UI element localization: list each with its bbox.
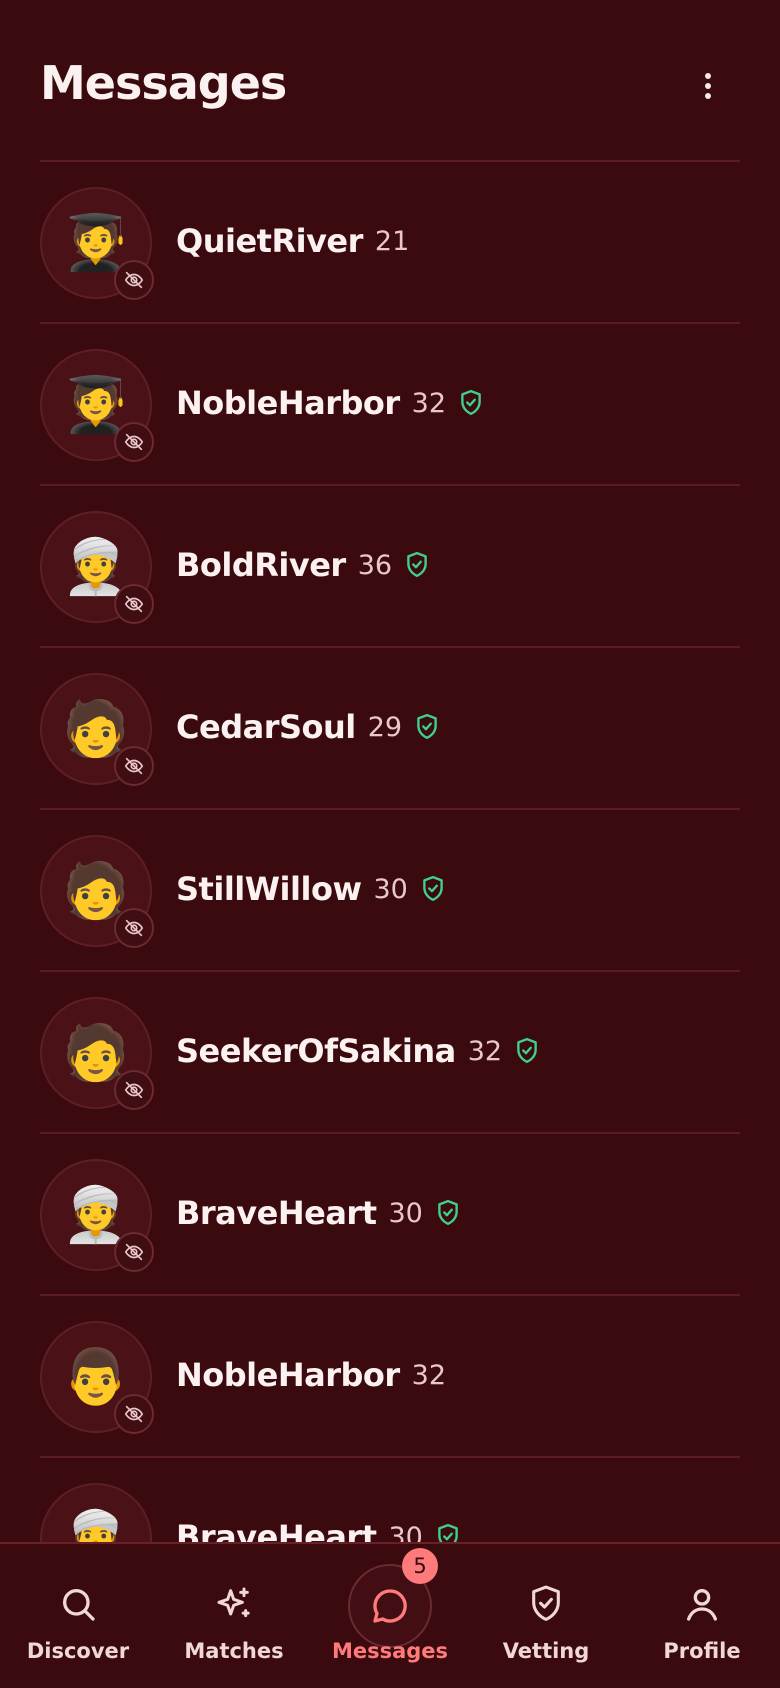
- conversation-row[interactable]: 🧑‍🎓 NobleHarbor 32: [40, 324, 740, 486]
- user-name: StillWillow: [176, 870, 362, 908]
- conversation-row[interactable]: 🧑 StillWillow 30: [40, 810, 740, 972]
- eye-off-icon: [114, 746, 154, 786]
- user-name: CedarSoul: [176, 708, 356, 746]
- nav-label: Messages: [331, 1639, 449, 1663]
- user-name: BoldRiver: [176, 546, 346, 584]
- conversation-info: QuietRiver 21: [176, 222, 409, 260]
- user-age: 21: [374, 225, 410, 257]
- user-age: 30: [373, 873, 408, 905]
- eye-off-icon: [114, 1070, 154, 1110]
- conversation-row[interactable]: 👳 BoldRiver 36: [40, 486, 740, 648]
- conversation-info: NobleHarbor 32: [176, 1356, 446, 1394]
- bottom-navigation: Discover Matches 5 Messages Vetting Prof…: [0, 1542, 780, 1688]
- user-name: BraveHeart: [176, 1194, 377, 1232]
- nav-label: Profile: [663, 1639, 741, 1663]
- conversation-row[interactable]: 👨 NobleHarbor 32: [40, 1296, 740, 1458]
- search-icon: [38, 1564, 118, 1644]
- conversation-row[interactable]: 👳 BraveHeart 30: [40, 1134, 740, 1296]
- verified-shield-icon: [435, 1199, 461, 1227]
- verified-shield-icon: [420, 875, 446, 903]
- nav-messages[interactable]: 5 Messages: [312, 1544, 468, 1688]
- eye-off-icon: [114, 908, 154, 948]
- conversation-row[interactable]: 🧑 SeekerOfSakina 32: [40, 972, 740, 1134]
- eye-off-icon: [114, 584, 154, 624]
- user-age: 32: [411, 387, 447, 419]
- verified-shield-icon: [414, 713, 440, 741]
- user-age: 29: [367, 711, 403, 743]
- unread-badge: 5: [402, 1548, 438, 1584]
- nav-vetting[interactable]: Vetting: [468, 1544, 624, 1688]
- more-menu-button[interactable]: [690, 68, 726, 104]
- more-vertical-icon: [705, 73, 711, 99]
- conversation-info: SeekerOfSakina 32: [176, 1032, 540, 1070]
- shield-check-icon: [506, 1564, 586, 1644]
- conversation-row[interactable]: 🧑 CedarSoul 29: [40, 648, 740, 810]
- nav-label: Discover: [26, 1639, 130, 1663]
- conversation-row[interactable]: 🧑‍🎓 QuietRiver 21: [40, 162, 740, 324]
- eye-off-icon: [114, 1232, 154, 1272]
- user-age: 30: [388, 1197, 423, 1229]
- header: Messages: [40, 50, 740, 120]
- eye-off-icon: [114, 260, 154, 300]
- verified-shield-icon: [458, 389, 484, 417]
- nav-discover[interactable]: Discover: [0, 1544, 156, 1688]
- eye-off-icon: [114, 422, 154, 462]
- conversation-list: 🧑‍🎓 QuietRiver 21 🧑‍🎓 NobleHarbor 32: [40, 160, 740, 1620]
- conversation-info: BraveHeart 30: [176, 1194, 461, 1232]
- conversation-info: BoldRiver 36: [176, 546, 430, 584]
- user-age: 32: [411, 1359, 447, 1391]
- user-name: SeekerOfSakina: [176, 1032, 456, 1070]
- nav-label: Vetting: [502, 1639, 590, 1663]
- conversation-info: CedarSoul 29: [176, 708, 440, 746]
- page-title: Messages: [40, 56, 287, 110]
- messages-screen: Messages 🧑‍🎓 QuietRiver 21 🧑‍🎓: [0, 0, 780, 1688]
- eye-off-icon: [114, 1394, 154, 1434]
- user-name: NobleHarbor: [176, 1356, 400, 1394]
- conversation-info: NobleHarbor 32: [176, 384, 484, 422]
- user-name: QuietRiver: [176, 222, 363, 260]
- sparkles-icon: [194, 1564, 274, 1644]
- user-age: 36: [357, 549, 393, 581]
- verified-shield-icon: [514, 1037, 540, 1065]
- user-icon: [662, 1564, 742, 1644]
- user-age: 32: [467, 1035, 503, 1067]
- nav-label: Matches: [184, 1639, 284, 1663]
- nav-profile[interactable]: Profile: [624, 1544, 780, 1688]
- conversation-info: StillWillow 30: [176, 870, 446, 908]
- user-name: NobleHarbor: [176, 384, 400, 422]
- nav-matches[interactable]: Matches: [156, 1544, 312, 1688]
- verified-shield-icon: [404, 551, 430, 579]
